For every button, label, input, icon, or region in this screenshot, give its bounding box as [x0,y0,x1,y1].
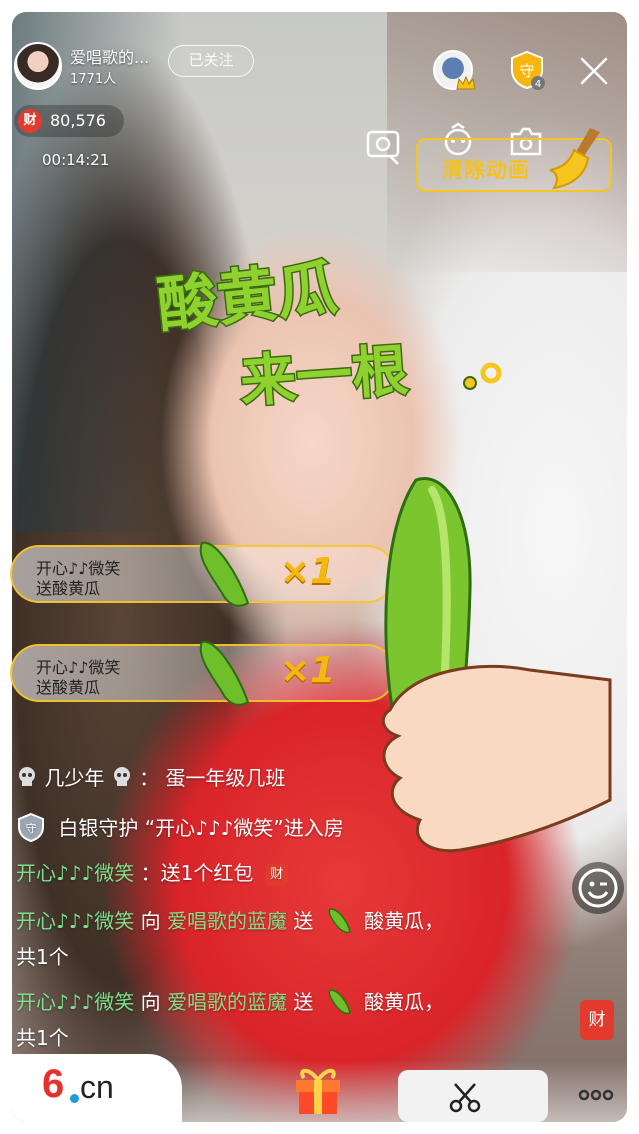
chat-user[interactable]: 开心♪♪♪微笑 [16,909,134,933]
chat-user[interactable]: 开心♪♪♪微笑 [16,990,134,1014]
cucumber-icon [328,908,351,934]
guard-shield-label: 守 [519,62,534,80]
chat-total: 共1个 [16,945,69,969]
host-avatar[interactable] [14,42,62,90]
skull-icon [113,767,130,786]
chat-message-cont: 共1个 [16,1021,69,1055]
chat-gift: 酸黄瓜， [364,990,445,1014]
follow-button[interactable]: 已关注 [168,45,254,77]
red-packet-button[interactable]: 财 [580,1000,614,1040]
toast-multiplier: ×1 [280,551,336,592]
more-options-icon[interactable] [578,1086,614,1104]
skull-icon [19,767,35,786]
toast-multiplier: ×1 [280,650,336,691]
wealth-value: 80,576 [50,111,106,130]
chat-target[interactable]: 爱唱歌的蓝魔 [167,909,287,933]
logo-cn: cn [80,1069,114,1105]
chat-user[interactable]: 几少年 [44,766,104,790]
clear-animation-label: 清除动画 [442,158,530,182]
chat-text: 蛋一年级几班 [165,766,286,790]
logo-dot [70,1094,79,1103]
emoji-smiley-icon[interactable] [570,860,626,916]
gift-toast: 开心♪♪微笑 送酸黄瓜 ×1 [10,640,396,706]
guard-count: 4 [535,79,541,90]
animation-line-1: 酸黄瓜 [154,255,340,341]
chat-message: 开心♪♪♪微笑 向 爱唱歌的蓝魔 送 酸黄瓜， [16,985,444,1019]
live-timer: 00:14:21 [42,151,110,169]
red-packet-icon: 财 [265,864,288,886]
logo-six: 6 [42,1062,65,1106]
cucumber-icon [328,989,351,1015]
chat-message: 开心♪♪♪微笑 向 爱唱歌的蓝魔 送 酸黄瓜， [16,904,444,938]
broom-icon [549,128,600,190]
host-name: 爱唱歌的... [70,48,150,67]
guard-shield-icon[interactable]: 守 4 [508,50,546,90]
animation-line-2: 来一根 [238,338,410,415]
hand-illustration [381,664,612,853]
chat-target[interactable]: 爱唱歌的蓝魔 [167,990,287,1014]
cucumber-icon [199,541,250,607]
gift-animation-title: 酸黄瓜 来一根 [152,255,502,415]
crown-icon [456,76,476,90]
chat-message-cont: 共1个 [16,940,69,974]
chat-user[interactable]: 开心♪♪♪微笑 [16,861,134,885]
host-fan-count: 1771人 [70,72,117,87]
close-icon[interactable] [578,55,610,87]
chat-verb: 向 [140,909,161,933]
chat-text: ：送1个红包 [140,861,254,885]
chat-message: 开心♪♪♪微笑 ：送1个红包 财 [16,856,288,890]
toast-action: 送酸黄瓜 [36,579,101,598]
chat-text: 白银守护 “开心♪♪♪微笑”进入房 [58,816,344,840]
chat-message: 守 白银守护 “开心♪♪♪微笑”进入房 [16,811,344,845]
wealth-pill: 财 80,576 [14,105,124,137]
chat-gift: 酸黄瓜， [364,909,445,933]
chat-verb: 向 [140,990,161,1014]
cucumber-icon [199,640,250,706]
screenshot-icon[interactable] [364,126,404,166]
chat-send: 送 [293,990,314,1014]
brand-logo[interactable]: 6 cn [12,1054,182,1122]
silver-guard-label: 守 [26,821,37,835]
chat-total: 共1个 [16,1026,69,1050]
silver-guard-icon: 守 [18,812,44,842]
chat-send: 送 [293,909,314,933]
chat-message: 几少年 ： 蛋一年级几班 [16,761,285,795]
toast-action: 送酸黄瓜 [36,678,101,697]
gift-toast: 开心♪♪微笑 送酸黄瓜 ×1 [10,541,396,607]
wealth-icon: 财 [18,109,42,133]
scissors-icon[interactable] [448,1080,482,1114]
gift-box-icon[interactable] [292,1060,344,1116]
